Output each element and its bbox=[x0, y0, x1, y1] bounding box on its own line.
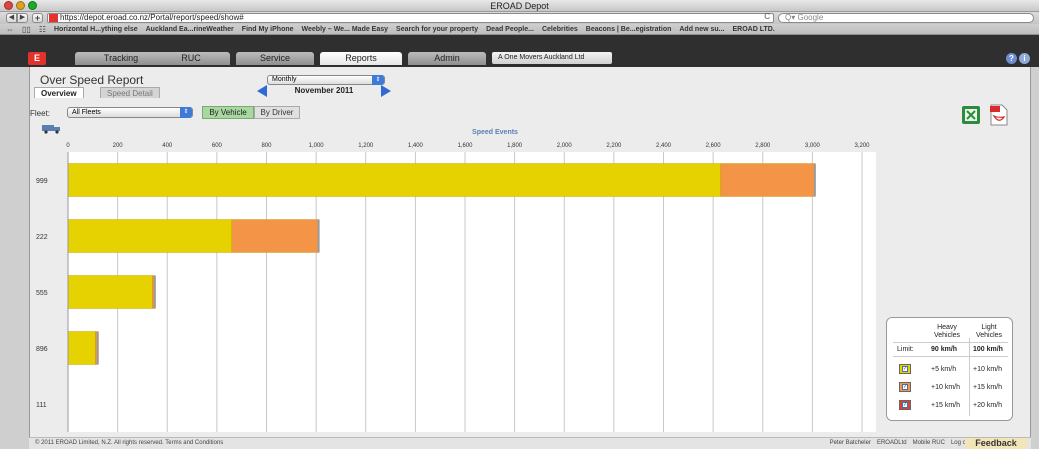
legend-light-header: Light Vehicles bbox=[975, 324, 1003, 339]
tab-reports[interactable]: Reports bbox=[320, 52, 402, 65]
report-panel: Over Speed Report Overview Speed Detail … bbox=[29, 67, 1031, 449]
bookmarks-book-icon[interactable]: ▯▯ bbox=[22, 25, 31, 34]
legend-swatch-red: ✓ bbox=[899, 400, 911, 410]
title-bar: EROAD Depot bbox=[0, 0, 1039, 12]
legend-heavy-header: Heavy Vehicles bbox=[933, 324, 961, 339]
footer-links: Peter Batcheler EROADLtd Mobile RUC Log … bbox=[830, 440, 971, 446]
x-tick-label: 2,400 bbox=[656, 143, 672, 149]
speed-legend: Heavy Vehicles Light Vehicles Limit: 90 … bbox=[886, 317, 1013, 421]
x-tick-label: 1,600 bbox=[457, 143, 473, 149]
tab-ruc[interactable]: RUC bbox=[152, 52, 230, 65]
top-sites-icon[interactable]: ☷ bbox=[39, 25, 46, 34]
bookmark-item[interactable]: Auckland Ea...rineWeather bbox=[146, 26, 234, 33]
url-toolbar: ◀ ▶ + https://depot.eroad.co.nz/Portal/r… bbox=[0, 12, 1039, 24]
bookmark-item[interactable]: Celebrities bbox=[542, 26, 578, 33]
x-tick-label: 2,000 bbox=[557, 143, 573, 149]
x-tick-label: 1,400 bbox=[408, 143, 424, 149]
url-input[interactable]: https://depot.eroad.co.nz/Portal/report/… bbox=[47, 13, 774, 23]
account-selector[interactable]: A One Movers Auckland Ltd bbox=[492, 52, 612, 64]
bar-segment bbox=[67, 275, 153, 309]
legend-limit-light: 100 km/h bbox=[973, 346, 1003, 353]
search-placeholder: Google bbox=[797, 13, 824, 22]
reload-icon[interactable]: C bbox=[764, 13, 770, 21]
info-icon[interactable]: i bbox=[1019, 53, 1030, 64]
back-icon[interactable]: ◀ bbox=[6, 13, 17, 23]
bar-segment bbox=[67, 163, 721, 197]
legend-limit-heavy: 90 km/h bbox=[931, 346, 958, 353]
x-tick-label: 1,200 bbox=[358, 143, 374, 149]
x-tick-label: 2,200 bbox=[606, 143, 622, 149]
bar-segment bbox=[720, 163, 816, 197]
category-label: 555 bbox=[36, 290, 48, 297]
tab-admin[interactable]: Admin bbox=[408, 52, 486, 65]
x-tick-label: 2,800 bbox=[755, 143, 771, 149]
tab-service[interactable]: Service bbox=[236, 52, 314, 65]
footer-company-link[interactable]: EROADLtd bbox=[877, 440, 907, 446]
footer: © 2011 EROAD Limited, N.Z. All rights re… bbox=[29, 437, 1031, 449]
feedback-button[interactable]: Feedback bbox=[965, 438, 1027, 449]
bookmark-item[interactable]: Dead People... bbox=[486, 26, 534, 33]
footer-user-link[interactable]: Peter Batcheler bbox=[830, 440, 871, 446]
category-label: 222 bbox=[36, 234, 48, 241]
x-tick-label: 3,200 bbox=[854, 143, 870, 149]
window-title: EROAD Depot bbox=[490, 1, 549, 11]
legend-swatch-orange: ✓ bbox=[899, 382, 911, 392]
x-tick-label: 3,000 bbox=[805, 143, 821, 149]
legend-column-divider bbox=[969, 338, 970, 416]
x-tick-label: 200 bbox=[113, 143, 124, 149]
checkbox-icon[interactable]: ✓ bbox=[902, 384, 908, 390]
legend-divider bbox=[893, 342, 1008, 343]
x-tick-label: 1,800 bbox=[507, 143, 523, 149]
bookmarks-bar: ⇔ ▯▯ ☷ Horizontal H...ything else Auckla… bbox=[0, 24, 1039, 35]
bookmark-item[interactable]: Add new su... bbox=[679, 26, 724, 33]
speed-events-chart: Speed Events 0 200 400 600 800 1,000 1,200 1,400… bbox=[36, 129, 876, 432]
x-tick-label: 2,600 bbox=[706, 143, 722, 149]
x-tick-label: 400 bbox=[162, 143, 173, 149]
bookmark-item[interactable]: Weebly – We... Made Easy bbox=[302, 26, 389, 33]
category-label: 111 bbox=[36, 402, 47, 409]
footer-mobile-ruc-link[interactable]: Mobile RUC bbox=[913, 440, 945, 446]
bookmark-item[interactable]: Beacons | Be...egistration bbox=[586, 26, 672, 33]
legend-row-heavy: +5 km/h bbox=[931, 366, 957, 373]
eroad-logo[interactable]: E bbox=[28, 52, 46, 65]
legend-row-heavy: +10 km/h bbox=[931, 384, 960, 391]
legend-swatch-yellow: ✓ bbox=[899, 364, 911, 374]
bar-end-shadow bbox=[96, 331, 99, 365]
bar-segment bbox=[67, 219, 232, 253]
x-tick-label: 1,000 bbox=[309, 143, 325, 149]
bookmark-item[interactable]: EROAD LTD. bbox=[733, 26, 775, 33]
reading-list-icon[interactable]: ⇔ bbox=[6, 25, 14, 34]
copyright-text: © 2011 EROAD Limited, N.Z. All rights re… bbox=[35, 440, 224, 446]
checkbox-icon[interactable]: ✓ bbox=[902, 402, 908, 408]
bar-end-shadow bbox=[813, 163, 816, 197]
browser-window: EROAD Depot ◀ ▶ + https://depot.eroad.co… bbox=[0, 0, 1039, 449]
forward-icon[interactable]: ▶ bbox=[17, 13, 28, 23]
legend-row-light: +20 km/h bbox=[973, 402, 1002, 409]
help-icon[interactable]: ? bbox=[1006, 53, 1017, 64]
checkbox-icon[interactable]: ✓ bbox=[902, 366, 908, 372]
site-favicon-icon bbox=[49, 14, 58, 22]
legend-row-light: +15 km/h bbox=[973, 384, 1002, 391]
bookmark-item[interactable]: Horizontal H...ything else bbox=[54, 26, 138, 33]
url-text: https://depot.eroad.co.nz/Portal/report/… bbox=[60, 13, 244, 22]
add-bookmark-icon[interactable]: + bbox=[32, 13, 43, 23]
chart-title: Speed Events bbox=[472, 129, 518, 136]
bar-segment bbox=[231, 219, 319, 253]
bookmark-item[interactable]: Find My iPhone bbox=[242, 26, 294, 33]
bookmark-item[interactable]: Search for your property bbox=[396, 26, 478, 33]
search-input[interactable]: Q▾ Google bbox=[778, 13, 1034, 23]
bar-segment bbox=[67, 331, 96, 365]
category-label: 999 bbox=[36, 178, 48, 185]
legend-limit-label: Limit: bbox=[897, 346, 914, 353]
x-tick-label: 600 bbox=[212, 143, 223, 149]
legend-divider bbox=[893, 356, 1008, 357]
bar-end-shadow bbox=[153, 275, 156, 309]
search-icon: Q▾ bbox=[785, 13, 798, 22]
category-label: 896 bbox=[36, 346, 48, 353]
legend-row-light: +10 km/h bbox=[973, 366, 1002, 373]
x-tick-label: 800 bbox=[261, 143, 272, 149]
legend-row-heavy: +15 km/h bbox=[931, 402, 960, 409]
x-tick-label: 0 bbox=[66, 143, 70, 149]
bar-end-shadow bbox=[317, 219, 320, 253]
